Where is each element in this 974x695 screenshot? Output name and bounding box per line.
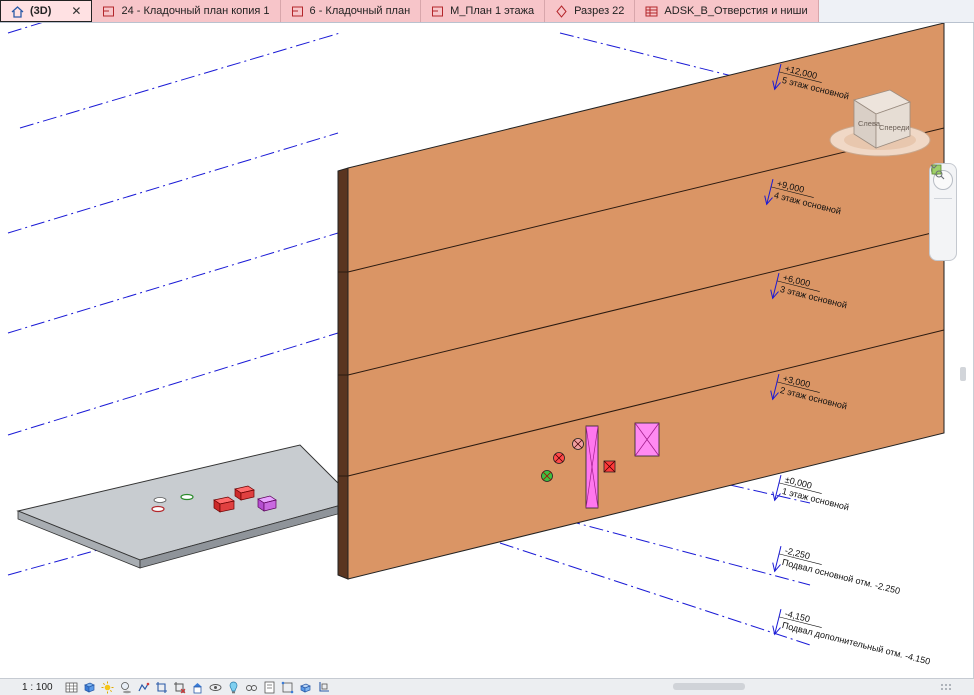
sun-path-icon[interactable] [100, 681, 115, 694]
crop-view-icon[interactable] [154, 681, 169, 694]
home-icon [11, 5, 24, 18]
tab-section-22[interactable]: Разрез 22 [545, 0, 636, 22]
unlock-3d-icon[interactable] [190, 681, 205, 694]
tab-label: ADSK_B_Отверстия и ниши [664, 5, 808, 17]
view-cube-front-label: Спереди [879, 123, 909, 132]
tab-masonry-plan[interactable]: 6 - Кладочный план [280, 0, 422, 22]
opening-box-red[interactable] [234, 485, 255, 501]
tab-floor-1-plan[interactable]: М_План 1 этажа [421, 0, 546, 22]
round-opening-green[interactable] [541, 470, 553, 482]
round-opening-outline[interactable] [572, 438, 584, 450]
opening-box-red[interactable] [213, 496, 235, 513]
level-head[interactable]: ±0,000 1 этаж основной [771, 472, 853, 518]
reveal-constraints-icon[interactable] [316, 681, 331, 694]
zoom-region-icon[interactable] [931, 164, 953, 227]
tab-label: (3D) [30, 5, 52, 17]
rect-opening-tall-magenta[interactable] [585, 425, 599, 509]
3d-viewport[interactable]: +12,000 5 этаж основной +9,000 4 этаж ос… [0, 23, 974, 678]
level-head[interactable]: -2,250 Подвал основной отм. -2.250 [771, 543, 904, 602]
show-crop-icon[interactable] [172, 681, 187, 694]
resize-grip-icon[interactable] [940, 683, 952, 691]
level-head[interactable]: -4,150 Подвал дополнительный отм. -4.150 [771, 606, 934, 672]
tab-label: М_План 1 этажа [450, 5, 535, 17]
view-tab-bar: (3D) ✕ 24 - Кладочный план копия 1 6 - К… [0, 0, 974, 23]
section-icon [555, 4, 568, 18]
square-opening-red[interactable] [603, 460, 616, 473]
revit-3d-view-window: (3D) ✕ 24 - Кладочный план копия 1 6 - К… [0, 0, 974, 695]
round-opening-red[interactable] [553, 452, 565, 464]
analytical-model-icon[interactable] [280, 681, 295, 694]
reveal-hidden-icon[interactable] [226, 681, 241, 694]
nav-separator [934, 198, 952, 199]
level-name: Подвал основной отм. -2.250 [781, 557, 901, 596]
tab-label: 6 - Кладочный план [309, 5, 411, 17]
level-name: 1 этаж основной [781, 486, 850, 512]
tab-label: Разрез 22 [574, 5, 625, 17]
opening-box-magenta[interactable] [257, 495, 277, 512]
tab-3d[interactable]: (3D) ✕ [0, 0, 93, 22]
highlight-displacement-icon[interactable] [298, 681, 313, 694]
schedule-icon [645, 5, 658, 18]
visual-style-icon[interactable] [82, 681, 97, 694]
square-opening-magenta[interactable] [634, 422, 660, 457]
tab-openings-schedule[interactable]: ADSK_B_Отверстия и ниши [635, 0, 819, 22]
floor-plan-icon [291, 5, 304, 18]
design-options-icon[interactable] [262, 681, 277, 694]
shadows-icon[interactable] [118, 681, 133, 694]
view-scale[interactable]: 1 : 100 [0, 682, 64, 693]
view-cube[interactable]: Слева Спереди [828, 68, 938, 163]
horizontal-scrollbar-thumb[interactable] [673, 683, 745, 690]
view-control-bar: 1 : 100 [0, 678, 974, 695]
vertical-scrollbar-thumb[interactable] [960, 367, 966, 381]
floor-slab[interactable] [16, 444, 357, 569]
navigation-bar [929, 163, 957, 261]
tab-bar-empty-area [818, 0, 974, 22]
temporary-hide-icon[interactable] [208, 681, 223, 694]
tab-label: 24 - Кладочный план копия 1 [121, 5, 270, 17]
worksharing-icon[interactable] [244, 681, 259, 694]
close-tab-icon[interactable]: ✕ [71, 4, 81, 18]
view-cube-left-label: Слева [858, 119, 881, 128]
floor-plan-icon [102, 5, 115, 18]
floor-plan-icon [431, 5, 444, 18]
chevron-down-icon[interactable] [930, 164, 953, 245]
render-icon[interactable] [136, 681, 151, 694]
tab-masonry-plan-copy[interactable]: 24 - Кладочный план копия 1 [92, 0, 281, 22]
detail-level-icon[interactable] [64, 681, 79, 694]
